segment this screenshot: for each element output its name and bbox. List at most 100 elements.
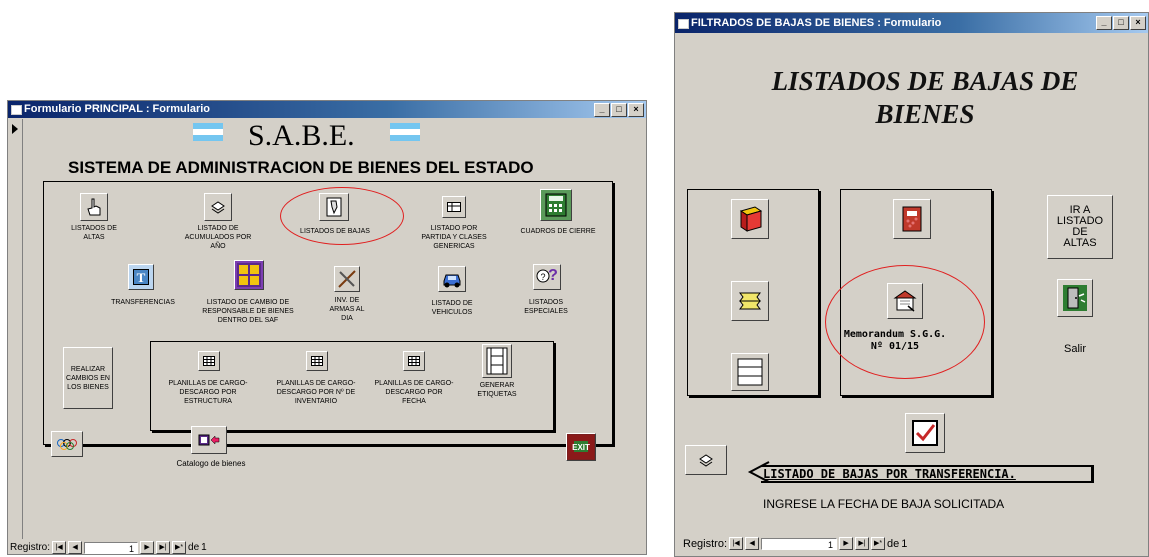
listado-vehiculos-button[interactable] — [438, 266, 466, 292]
planillas-fecha-label: PLANILLAS DE CARGO-DESCARGO POR FECHA — [374, 380, 454, 405]
main-form-window: Formulario PRINCIPAL : Formulario _ □ × … — [7, 100, 647, 555]
stack-icon — [211, 201, 225, 214]
salir-label: Salir — [1063, 343, 1086, 355]
ir-listado-altas-label: IR A LISTADO DE ALTAS — [1056, 204, 1104, 249]
stack-icon — [699, 454, 713, 467]
bajas-record-navigator: Registro: |◀ ◀ 1 ▶ ▶| ▶* de 1 — [683, 537, 907, 550]
table-icon — [447, 202, 461, 212]
generar-etiquetas-label: GENERAR ETIQUETAS — [477, 382, 517, 398]
help-question-icon: ?? — [536, 267, 558, 284]
record-number-field[interactable]: 1 — [761, 537, 838, 550]
notebook-button[interactable] — [893, 199, 931, 239]
listado-vehiculos-label: LISTADO DE VEHICULOS — [431, 300, 473, 316]
first-record-button[interactable]: |◀ — [52, 541, 67, 554]
record-number-field[interactable]: 1 — [84, 541, 139, 554]
planillas-fecha-button[interactable] — [403, 351, 425, 371]
prev-record-button[interactable]: ◀ — [68, 541, 83, 554]
flag-right-icon — [390, 123, 420, 141]
record-selector[interactable] — [9, 119, 23, 539]
catalogo-label: Catalogo de bienes — [176, 459, 246, 468]
next-record-button[interactable]: ▶ — [839, 537, 854, 550]
red-book-icon — [739, 206, 763, 232]
listados-bajas-highlight — [280, 187, 404, 245]
realizar-cambios-button[interactable]: REALIZAR CAMBIOS EN LOS BIENES — [63, 347, 113, 409]
minimize-button[interactable]: _ — [594, 103, 610, 117]
book-button[interactable] — [731, 199, 769, 239]
record-total: 1 — [901, 537, 908, 550]
bajas-form-title: FILTRADOS DE BAJAS DE BIENES : Formulari… — [691, 17, 942, 29]
new-record-button[interactable]: ▶* — [172, 541, 187, 554]
listado-partida-label: LISTADO POR PARTIDA Y CLASES GENERICAS — [421, 225, 487, 250]
new-record-button[interactable]: ▶* — [871, 537, 886, 550]
form-icon — [678, 19, 689, 29]
stack-yellow-button[interactable] — [731, 281, 769, 321]
main-record-navigator: Registro: |◀ ◀ 1 ▶ ▶| ▶* de 1 — [10, 541, 207, 554]
next-record-button[interactable]: ▶ — [140, 541, 155, 554]
grid-icon — [237, 263, 261, 287]
car-icon — [443, 274, 461, 288]
olympic-rings-button[interactable] — [51, 431, 83, 457]
bajas-heading: LISTADOS DE BAJAS DE BIENES — [771, 66, 1079, 129]
catalogo-button[interactable] — [191, 426, 227, 454]
transferencia-label[interactable]: LISTADO DE BAJAS POR TRANSFERENCIA. — [761, 465, 1094, 483]
transferencias-label: TRANSFERENCIAS — [111, 299, 175, 306]
maximize-button[interactable]: □ — [611, 103, 627, 117]
cambio-responsable-label: LISTADO DE CAMBIO DE RESPONSABLE DE BIEN… — [202, 299, 294, 324]
app-heading: S.A.B.E. — [248, 119, 355, 152]
main-form-title: Formulario PRINCIPAL : Formulario — [24, 103, 210, 115]
listados-especiales-button[interactable]: ?? — [533, 264, 561, 290]
last-record-button[interactable]: ▶| — [855, 537, 870, 550]
of-label: de — [188, 542, 200, 553]
stack-small-button[interactable] — [685, 445, 727, 475]
crossed-swords-icon — [338, 270, 356, 288]
app-subheading: SISTEMA DE ADMINISTRACION DE BIENES DEL … — [68, 158, 534, 177]
planillas-inventario-label: PLANILLAS DE CARGO- DESCARGO POR Nº DE I… — [276, 380, 356, 405]
svg-text:?: ? — [540, 272, 545, 282]
letter-t-icon: T — [133, 269, 149, 285]
planillas-estructura-label: PLANILLAS DE CARGO-DESCARGO POR ESTRUCTU… — [168, 380, 248, 405]
spreadsheet-icon — [311, 356, 323, 366]
listado-acumulados-button[interactable] — [204, 193, 232, 221]
transferencias-button[interactable]: T — [128, 264, 154, 290]
planillas-estructura-button[interactable] — [198, 351, 220, 371]
yellow-stack-icon — [739, 292, 761, 310]
prev-record-button[interactable]: ◀ — [745, 537, 760, 550]
listado-partida-button[interactable] — [442, 196, 466, 218]
spreadsheet-icon — [408, 356, 420, 366]
first-record-button[interactable]: |◀ — [729, 537, 744, 550]
exit-text: EXIT — [572, 443, 590, 452]
of-label: de — [887, 537, 900, 550]
cuadros-cierre-label: CUADROS DE CIERRE — [520, 228, 596, 235]
list-button[interactable] — [731, 353, 769, 391]
cuadros-cierre-button[interactable] — [540, 189, 572, 221]
inv-armas-button[interactable] — [334, 266, 360, 292]
close-button[interactable]: × — [628, 103, 644, 117]
checkmark-icon — [912, 420, 938, 446]
planillas-inventario-button[interactable] — [306, 351, 328, 371]
cambio-responsable-button[interactable] — [234, 260, 264, 290]
listados-especiales-label: LISTADOS ESPECIALES — [524, 299, 568, 315]
film-strip-icon — [486, 347, 508, 375]
olympic-rings-icon — [57, 439, 77, 450]
last-record-button[interactable]: ▶| — [156, 541, 171, 554]
exit-door-icon: EXIT — [568, 435, 594, 459]
svg-text:T: T — [137, 270, 146, 285]
maximize-button[interactable]: □ — [1113, 16, 1129, 30]
listados-altas-label: LISTADOS DE ALTAS — [71, 225, 117, 241]
bajas-form-window: FILTRADOS DE BAJAS DE BIENES : Formulari… — [674, 12, 1149, 557]
minimize-button[interactable]: _ — [1096, 16, 1112, 30]
close-button[interactable]: × — [1130, 16, 1146, 30]
main-form-titlebar: Formulario PRINCIPAL : Formulario _ □ × — [8, 101, 646, 118]
exit-button[interactable]: EXIT — [566, 433, 596, 461]
generar-etiquetas-button[interactable] — [482, 344, 512, 378]
hand-pointer-icon — [87, 198, 101, 216]
form-icon — [11, 105, 22, 115]
catalog-icon — [198, 434, 220, 446]
exit-door-icon — [1063, 285, 1087, 311]
salir-button[interactable] — [1057, 279, 1093, 317]
bajas-form-titlebar: FILTRADOS DE BAJAS DE BIENES : Formulari… — [675, 13, 1148, 33]
listados-altas-button[interactable] — [80, 193, 108, 221]
checklist-button[interactable] — [905, 413, 945, 453]
ir-listado-altas-button[interactable]: IR A LISTADO DE ALTAS — [1047, 195, 1113, 259]
record-total: 1 — [201, 542, 207, 553]
